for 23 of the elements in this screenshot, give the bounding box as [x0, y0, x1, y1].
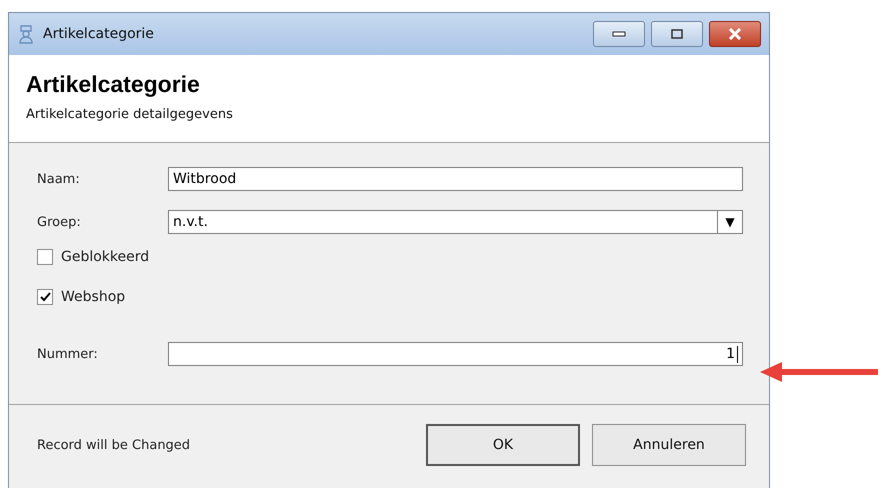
checkbox[interactable] — [37, 289, 53, 305]
field-label: Nummer: — [37, 346, 99, 362]
ok-button[interactable]: OK — [426, 424, 580, 466]
close-button[interactable] — [709, 21, 761, 47]
maximize-icon — [671, 29, 683, 39]
status-text: Record will be Changed — [37, 438, 190, 452]
checkmark-icon — [39, 291, 51, 303]
cancel-button[interactable]: Annuleren — [592, 424, 746, 466]
dialog-subtitle: Artikelcategorie detailgegevens — [26, 107, 234, 122]
maximize-button[interactable] — [651, 21, 703, 47]
window-title: Artikelcategorie — [43, 26, 154, 42]
field-label: Groep: — [37, 214, 82, 230]
field-label: Naam: — [37, 172, 81, 186]
minimize-icon — [612, 31, 626, 37]
input-field[interactable]: Witbrood — [168, 167, 743, 191]
dropdown-field[interactable]: n.v.t. ▼ — [168, 210, 743, 234]
checkbox-label: Geblokkeerd — [61, 249, 150, 265]
number-field[interactable]: 1 — [168, 342, 743, 366]
minimize-button[interactable] — [593, 21, 645, 47]
close-icon — [728, 28, 742, 40]
checkbox[interactable] — [37, 249, 53, 265]
dialog-heading: Artikelcategorie — [26, 71, 201, 98]
checkbox-label: Webshop — [61, 289, 126, 305]
